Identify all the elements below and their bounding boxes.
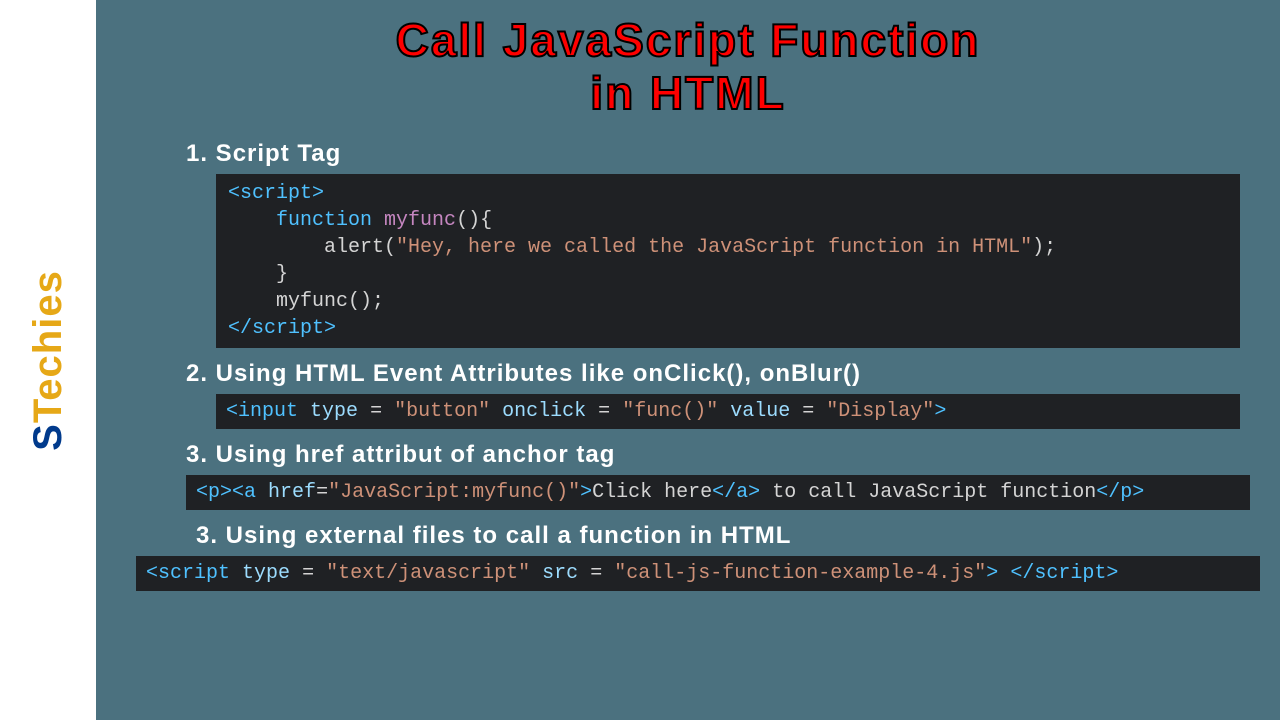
code-block-3: <p><a href="JavaScript:myfunc()">Click h… (186, 475, 1250, 510)
heading-4: 3. Using external files to call a functi… (196, 522, 1250, 550)
title-line1: Call JavaScript Function (396, 14, 981, 66)
heading-3: 3. Using href attribut of anchor tag (186, 441, 1250, 469)
heading-1: 1. Script Tag (186, 140, 1250, 168)
page-title: Call JavaScript Function in HTML (126, 14, 1250, 120)
logo-rest: echies (26, 270, 70, 401)
main-content: Call JavaScript Function in HTML 1. Scri… (96, 0, 1280, 720)
heading-2: 2. Using HTML Event Attributes like onCl… (186, 360, 1250, 388)
logo-s: S (26, 423, 70, 451)
code-block-1: <script> function myfunc(){ alert("Hey, … (216, 174, 1240, 348)
logo: STechies (26, 270, 71, 451)
code-block-4: <script type = "text/javascript" src = "… (136, 556, 1260, 591)
title-line2: in HTML (590, 67, 785, 119)
code-block-2: <input type = "button" onclick = "func()… (216, 394, 1240, 429)
logo-t: T (26, 400, 70, 422)
sidebar: STechies (0, 0, 96, 720)
